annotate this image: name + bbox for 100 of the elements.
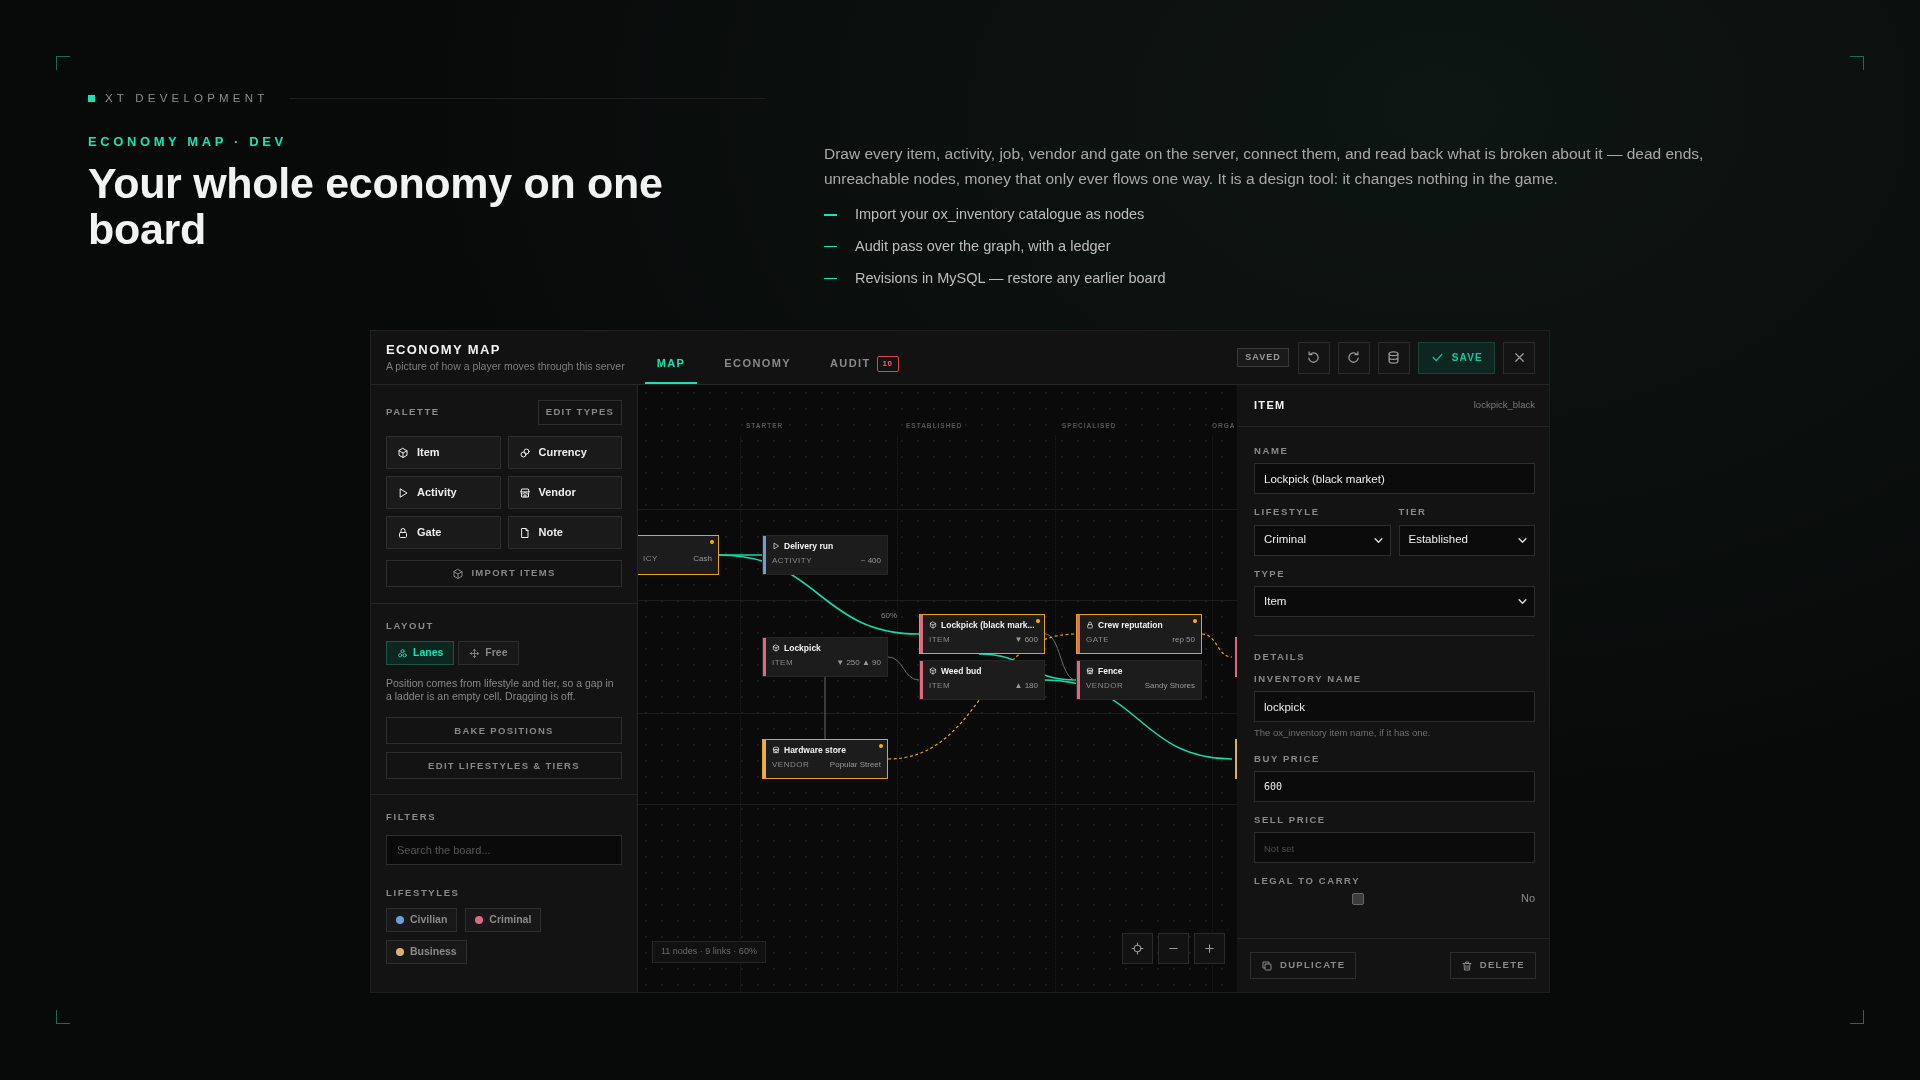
palette-item[interactable]: Vendor bbox=[507, 476, 622, 509]
database-button[interactable] bbox=[1377, 341, 1410, 374]
database-icon bbox=[1386, 350, 1402, 365]
palette-item[interactable]: Currency bbox=[507, 436, 622, 469]
delete-button[interactable]: DELETE bbox=[1449, 952, 1536, 979]
cube-icon bbox=[397, 446, 409, 459]
tab[interactable]: ECONOMY bbox=[712, 331, 803, 384]
play-icon bbox=[397, 486, 409, 499]
field-label: TIER bbox=[1398, 505, 1428, 520]
tab[interactable]: AUDIT 10 bbox=[818, 331, 911, 384]
store-icon bbox=[1086, 667, 1094, 675]
dash-icon bbox=[824, 245, 837, 248]
node-type-label: ICY bbox=[643, 554, 658, 564]
close-button[interactable] bbox=[1503, 341, 1535, 374]
plus-icon bbox=[1203, 942, 1216, 955]
count-badge: 10 bbox=[876, 355, 899, 372]
section-label: PALETTE bbox=[386, 405, 440, 420]
section-label: FILTERS bbox=[386, 810, 438, 825]
select-field[interactable]: Criminal bbox=[1254, 524, 1391, 556]
select-field[interactable]: Item bbox=[1254, 585, 1535, 617]
select-field[interactable]: Established bbox=[1398, 524, 1535, 556]
field-label: BUY PRICE bbox=[1254, 751, 1321, 766]
store-icon bbox=[518, 486, 531, 499]
node-title: Lockpick (black mark... bbox=[941, 619, 1035, 631]
store-icon bbox=[772, 746, 780, 754]
section-label: DETAILS bbox=[1254, 649, 1307, 664]
square-icon bbox=[88, 95, 95, 103]
app-title: ECONOMY MAP bbox=[386, 340, 502, 359]
redo-icon bbox=[1346, 350, 1362, 365]
document-icon bbox=[518, 526, 531, 539]
layout-action-button[interactable]: EDIT LIFESTYLES & TIERS bbox=[386, 752, 622, 780]
link-line bbox=[824, 676, 826, 740]
number-field[interactable]: 600 bbox=[1254, 770, 1535, 802]
crosshair-icon bbox=[1131, 942, 1144, 955]
graph-node[interactable]: Lockpick ITEM ▼ 250 ▲ 90 bbox=[762, 637, 888, 677]
node-detail: ▼ 600 bbox=[1014, 635, 1038, 645]
search-field[interactable]: Search the board... bbox=[386, 834, 622, 865]
palette-item[interactable]: Gate bbox=[386, 516, 501, 549]
warning-dot bbox=[879, 744, 883, 748]
save-status-badge: SAVED bbox=[1237, 347, 1289, 368]
undo-button[interactable] bbox=[1297, 341, 1330, 374]
bullet-text: Revisions in MySQL — restore any earlier board bbox=[855, 268, 1166, 288]
warning-dot bbox=[1193, 619, 1197, 623]
text-field[interactable]: Lockpick (black market) bbox=[1254, 463, 1535, 495]
redo-button[interactable] bbox=[1337, 341, 1370, 374]
layout-mode-toggle[interactable]: Lanes bbox=[386, 641, 455, 666]
node-detail: rep 50 bbox=[1172, 635, 1195, 645]
field-hint: The ox_inventory item name, if it has one. bbox=[1254, 726, 1432, 741]
panel-title: ITEM bbox=[1254, 398, 1286, 414]
number-field[interactable]: Not set bbox=[1254, 832, 1535, 863]
eyebrow-label: ECONOMY MAP · DEV bbox=[88, 133, 288, 152]
graph-node[interactable]: Lockpick (black mark... ITEM ▼ 600 bbox=[919, 614, 1045, 654]
node-detail: ▼ 250 ▲ 90 bbox=[836, 658, 881, 668]
section-label: LAYOUT bbox=[386, 619, 435, 633]
link-line bbox=[1044, 633, 1077, 681]
cube-icon bbox=[772, 644, 780, 652]
node-type-label: ITEM bbox=[772, 658, 794, 668]
node-type-label: ITEM bbox=[929, 681, 951, 691]
edit-types-button[interactable]: EDIT TYPES bbox=[538, 400, 622, 425]
node-title: Crew reputation bbox=[1098, 619, 1163, 631]
duplicate-button[interactable]: DUPLICATE bbox=[1250, 952, 1357, 979]
lifestyle-filter-chip[interactable]: Criminal bbox=[465, 907, 542, 932]
node-title: Fence bbox=[1098, 665, 1123, 677]
corner-bracket bbox=[1850, 1010, 1864, 1024]
checkbox[interactable] bbox=[1352, 892, 1364, 905]
node-title: Delivery run bbox=[784, 540, 834, 552]
palette-item[interactable]: Note bbox=[507, 516, 622, 549]
undo-icon bbox=[1306, 350, 1322, 365]
graph-node[interactable]: Fence VENDOR Sandy Shores bbox=[1076, 660, 1202, 700]
lifestyle-filter-chip[interactable]: Business bbox=[386, 939, 467, 964]
field-label: INVENTORY NAME bbox=[1254, 672, 1363, 686]
field-label: LEGAL TO CARRY bbox=[1254, 874, 1362, 888]
node-type-label: VENDOR bbox=[772, 760, 810, 770]
import-items-button[interactable]: IMPORT ITEMS bbox=[386, 560, 622, 587]
text-field[interactable]: lockpick bbox=[1254, 691, 1535, 723]
corner-bracket bbox=[56, 1010, 70, 1024]
palette-item[interactable]: Activity bbox=[386, 476, 501, 509]
recenter-button[interactable] bbox=[1122, 933, 1153, 964]
dash-icon bbox=[824, 214, 837, 216]
node-type-label: ACTIVITY bbox=[772, 556, 812, 566]
warning-dot bbox=[1036, 619, 1040, 623]
graph-node[interactable]: Delivery run ACTIVITY ~ 400 bbox=[762, 535, 888, 575]
graph-node[interactable]: ICY Cash bbox=[638, 535, 719, 575]
graph-node[interactable]: Crew reputation GATE rep 50 bbox=[1076, 614, 1202, 654]
warning-dot bbox=[710, 540, 714, 544]
lock-icon bbox=[1086, 621, 1094, 629]
layout-mode-toggle[interactable]: Free bbox=[458, 641, 519, 666]
save-button[interactable]: SAVE bbox=[1417, 341, 1495, 374]
link-line bbox=[887, 656, 920, 681]
graph-node[interactable]: Hardware store VENDOR Popular Street bbox=[762, 739, 888, 779]
palette-item[interactable]: Item bbox=[386, 436, 501, 469]
dash-icon bbox=[824, 277, 837, 280]
corner-bracket bbox=[56, 56, 70, 70]
node-detail: Sandy Shores bbox=[1144, 681, 1195, 691]
lifestyle-filter-chip[interactable]: Civilian bbox=[386, 907, 458, 932]
graph-node[interactable]: Weed bud ITEM ▲ 180 bbox=[919, 660, 1045, 700]
cube-icon bbox=[929, 667, 937, 675]
node-title: Lockpick bbox=[784, 642, 821, 654]
field-label: LIFESTYLE bbox=[1254, 505, 1321, 520]
layout-action-button[interactable]: BAKE POSITIONS bbox=[386, 717, 622, 745]
